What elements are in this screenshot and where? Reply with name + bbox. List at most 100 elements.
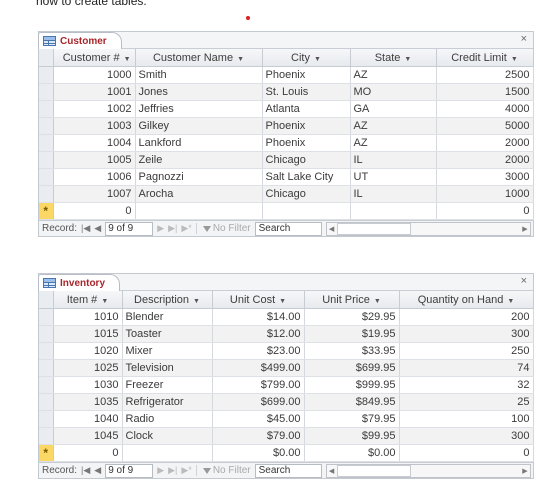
cell-state[interactable]: AZ	[350, 66, 437, 84]
cell-unit-cost[interactable]: $14.00	[212, 308, 305, 326]
column-header-credit-limit[interactable]: Credit Limit ▼	[436, 49, 534, 67]
cell-unit-price[interactable]: $99.95	[304, 427, 400, 445]
cell-customer-name[interactable]	[135, 202, 263, 220]
cell-city[interactable]: Phoenix	[262, 117, 351, 135]
cell-customer-number[interactable]: 1005	[53, 151, 136, 169]
cell-unit-cost[interactable]: $0.00	[212, 444, 305, 462]
cell-description[interactable]	[122, 444, 213, 462]
cell-unit-price[interactable]: $849.95	[304, 393, 400, 411]
cell-unit-cost[interactable]: $699.00	[212, 393, 305, 411]
cell-state[interactable]: IL	[350, 151, 437, 169]
inventory-tab[interactable]: Inventory	[38, 274, 121, 291]
no-filter-button[interactable]: No Filter	[195, 465, 251, 476]
cell-credit-limit[interactable]: 0	[436, 202, 534, 220]
cell-state[interactable]: GA	[350, 100, 437, 118]
scroll-left-icon[interactable]: ◀	[327, 467, 337, 475]
cell-customer-name[interactable]: Gilkey	[135, 117, 263, 135]
first-record-button[interactable]: |◀	[81, 465, 90, 476]
cell-item-number[interactable]: 1040	[53, 410, 123, 428]
current-record-field[interactable]: 9 of 9	[105, 463, 154, 478]
cell-description[interactable]: Toaster	[122, 325, 213, 343]
cell-state[interactable]: IL	[350, 185, 437, 203]
row-selector[interactable]	[39, 427, 54, 445]
cell-description[interactable]: Freezer	[122, 376, 213, 394]
cell-unit-cost[interactable]: $23.00	[212, 342, 305, 360]
cell-item-number[interactable]: 1010	[53, 308, 123, 326]
cell-unit-cost[interactable]: $499.00	[212, 359, 305, 377]
scroll-thumb[interactable]	[336, 464, 411, 477]
cell-unit-price[interactable]: $699.95	[304, 359, 400, 377]
dropdown-arrow-icon[interactable]: ▼	[374, 298, 381, 305]
row-selector[interactable]	[39, 359, 54, 377]
dropdown-arrow-icon[interactable]: ▼	[124, 56, 131, 63]
customer-tab[interactable]: Customer	[38, 32, 122, 49]
cell-item-number[interactable]: 0	[53, 444, 123, 462]
column-header-customer-name[interactable]: Customer Name ▼	[135, 49, 263, 67]
cell-description[interactable]: Television	[122, 359, 213, 377]
cell-description[interactable]: Refrigerator	[122, 393, 213, 411]
dropdown-arrow-icon[interactable]: ▼	[404, 56, 411, 63]
cell-item-number[interactable]: 1030	[53, 376, 123, 394]
close-icon[interactable]: ×	[521, 33, 527, 45]
table-row[interactable]: 1001 Jones St. Louis MO 1500	[39, 83, 534, 101]
cell-credit-limit[interactable]: 1000	[436, 185, 534, 203]
cell-customer-number[interactable]: 1006	[53, 168, 136, 186]
cell-unit-price[interactable]: $999.95	[304, 376, 400, 394]
table-row[interactable]: 1007 Arocha Chicago IL 1000	[39, 185, 534, 203]
cell-city[interactable]: Phoenix	[262, 134, 351, 152]
cell-city[interactable]	[262, 202, 351, 220]
cell-unit-price[interactable]: $33.95	[304, 342, 400, 360]
last-record-button[interactable]: ▶|	[168, 223, 177, 234]
next-record-button[interactable]: ▶	[157, 465, 164, 476]
row-selector[interactable]	[39, 168, 54, 186]
new-record-row[interactable]: * 0 $0.00 $0.00 0	[39, 444, 534, 462]
table-row[interactable]: 1045 Clock $79.00 $99.95 300	[39, 427, 534, 445]
cell-quantity-on-hand[interactable]: 250	[399, 342, 534, 360]
cell-credit-limit[interactable]: 2000	[436, 151, 534, 169]
cell-customer-number[interactable]: 1004	[53, 134, 136, 152]
cell-city[interactable]: Chicago	[262, 151, 351, 169]
cell-customer-number[interactable]: 1001	[53, 83, 136, 101]
column-header-unit-cost[interactable]: Unit Cost ▼	[212, 291, 305, 309]
row-selector[interactable]	[39, 134, 54, 152]
column-header-unit-price[interactable]: Unit Price ▼	[304, 291, 400, 309]
row-selector[interactable]	[39, 410, 54, 428]
dropdown-arrow-icon[interactable]: ▼	[193, 298, 200, 305]
cell-city[interactable]: Salt Lake City	[262, 168, 351, 186]
cell-quantity-on-hand[interactable]: 200	[399, 308, 534, 326]
cell-city[interactable]: Chicago	[262, 185, 351, 203]
cell-item-number[interactable]: 1025	[53, 359, 123, 377]
row-selector[interactable]	[39, 185, 54, 203]
row-selector[interactable]	[39, 308, 54, 326]
cell-unit-cost[interactable]: $799.00	[212, 376, 305, 394]
scroll-thumb[interactable]	[336, 222, 411, 235]
table-row[interactable]: 1002 Jeffries Atlanta GA 4000	[39, 100, 534, 118]
dropdown-arrow-icon[interactable]: ▼	[101, 298, 108, 305]
column-header-description[interactable]: Description ▼	[122, 291, 213, 309]
table-row[interactable]: 1006 Pagnozzi Salt Lake City UT 3000	[39, 168, 534, 186]
cell-customer-name[interactable]: Pagnozzi	[135, 168, 263, 186]
cell-city[interactable]: Phoenix	[262, 66, 351, 84]
cell-customer-name[interactable]: Arocha	[135, 185, 263, 203]
cell-customer-name[interactable]: Lankford	[135, 134, 263, 152]
table-row[interactable]: 1025 Television $499.00 $699.95 74	[39, 359, 534, 377]
column-header-item-number[interactable]: Item # ▼	[53, 291, 123, 309]
cell-quantity-on-hand[interactable]: 300	[399, 325, 534, 343]
column-header-quantity-on-hand[interactable]: Quantity on Hand ▼	[399, 291, 534, 309]
table-row[interactable]: 1010 Blender $14.00 $29.95 200	[39, 308, 534, 326]
next-record-button[interactable]: ▶	[157, 223, 164, 234]
first-record-button[interactable]: |◀	[81, 223, 90, 234]
table-row[interactable]: 1003 Gilkey Phoenix AZ 5000	[39, 117, 534, 135]
cell-state[interactable]: AZ	[350, 134, 437, 152]
cell-customer-name[interactable]: Jones	[135, 83, 263, 101]
cell-customer-number[interactable]: 1002	[53, 100, 136, 118]
cell-item-number[interactable]: 1045	[53, 427, 123, 445]
select-all-cell[interactable]	[39, 291, 54, 309]
cell-customer-number[interactable]: 1003	[53, 117, 136, 135]
cell-credit-limit[interactable]: 4000	[436, 100, 534, 118]
cell-state[interactable]: AZ	[350, 117, 437, 135]
cell-description[interactable]: Radio	[122, 410, 213, 428]
no-filter-button[interactable]: No Filter	[195, 223, 251, 234]
search-input[interactable]: Search	[254, 221, 322, 236]
cell-credit-limit[interactable]: 1500	[436, 83, 534, 101]
